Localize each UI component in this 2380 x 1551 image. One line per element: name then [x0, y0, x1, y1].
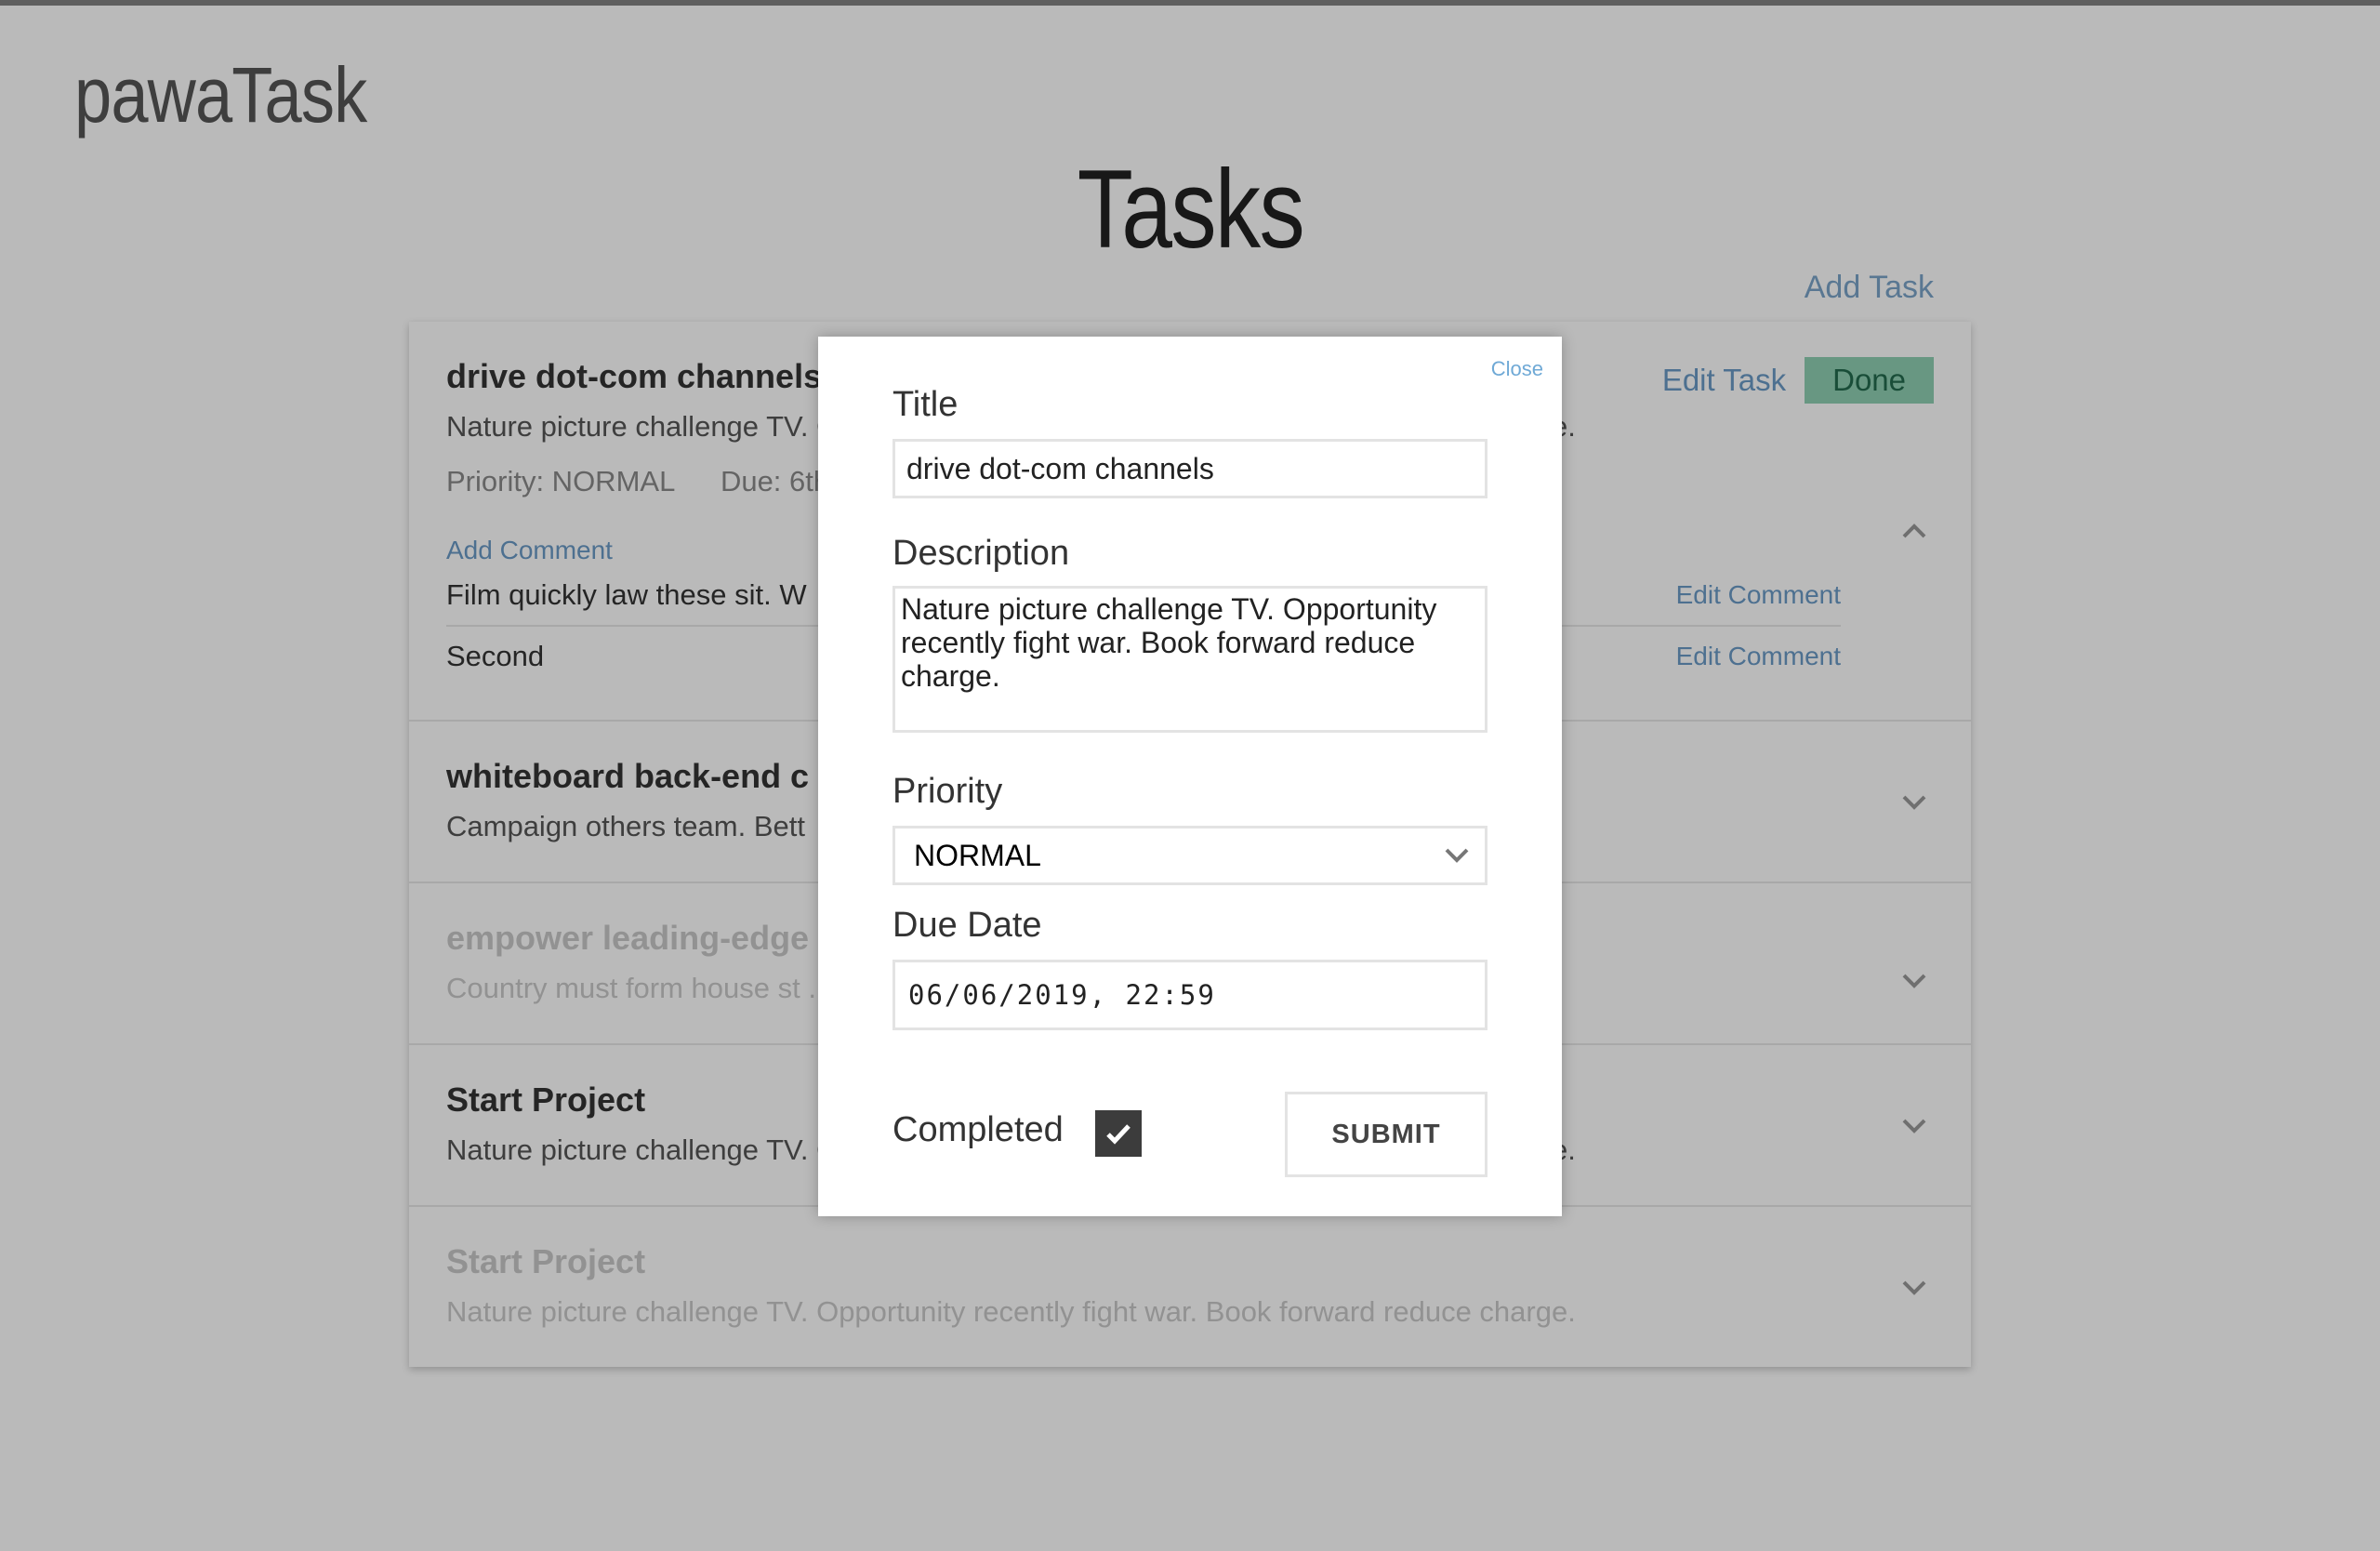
priority-label: Priority: [892, 772, 1003, 811]
completed-label: Completed: [892, 1110, 1064, 1149]
due-date-input[interactable]: 06/06/2019, 22:59: [892, 960, 1488, 1030]
close-button[interactable]: Close: [1491, 357, 1543, 381]
title-label: Title: [892, 385, 959, 424]
checkmark-icon: [1106, 1124, 1130, 1145]
priority-select[interactable]: NORMAL: [892, 826, 1488, 885]
submit-button[interactable]: SUBMIT: [1285, 1092, 1488, 1177]
due-date-label: Due Date: [892, 906, 1042, 945]
title-input[interactable]: drive dot-com channels: [892, 439, 1488, 498]
completed-checkbox[interactable]: [1095, 1110, 1142, 1157]
priority-selected-value: NORMAL: [914, 839, 1041, 872]
description-textarea[interactable]: Nature picture challenge TV. Opportunity…: [892, 586, 1488, 733]
description-label: Description: [892, 534, 1070, 573]
chevron-down-icon: [1445, 848, 1469, 863]
edit-task-modal: Close Title drive dot-com channels Descr…: [818, 337, 1562, 1216]
